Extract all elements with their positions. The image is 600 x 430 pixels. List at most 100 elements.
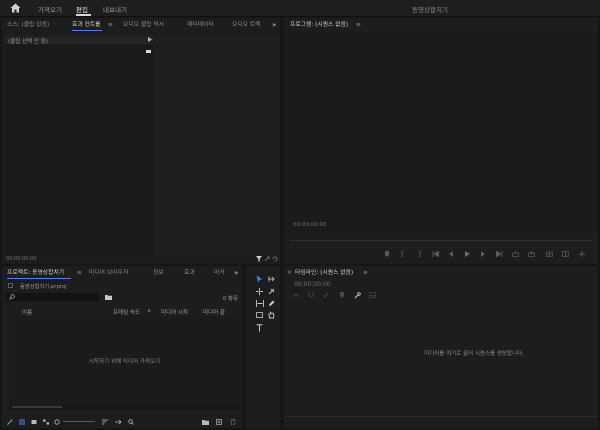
project-panel: 프로젝트: 동영상합치기 ≡ 미디어 브라우저 정보 효과 마커 » 동영상합치…	[2, 266, 242, 428]
trash-icon[interactable]	[230, 419, 236, 425]
slip-tool-icon[interactable]	[256, 300, 264, 307]
tab-source[interactable]: 소스: (클립 없음)	[7, 18, 49, 32]
scrollbar-thumb[interactable]	[12, 406, 62, 408]
nav-export[interactable]: 내보내기	[103, 4, 127, 14]
add-button-icon[interactable]	[579, 251, 585, 257]
project-menu-icon[interactable]: ≡	[77, 266, 82, 280]
hand-tool-icon[interactable]	[268, 311, 275, 319]
home-icon[interactable]	[10, 3, 21, 13]
comparison-view-icon[interactable]	[562, 251, 569, 257]
column-frame-rate[interactable]: 프레임 속도	[113, 308, 140, 316]
column-name[interactable]: 이름	[22, 308, 32, 316]
captions-icon[interactable]	[369, 292, 376, 298]
clip-label: (클립 선택 안 됨)	[8, 39, 48, 45]
nav-import[interactable]: 가져오기	[38, 4, 62, 14]
extract-icon[interactable]	[528, 251, 535, 257]
timeline-close-icon[interactable]: ×	[287, 266, 292, 280]
razor-tool-icon[interactable]	[268, 288, 275, 295]
go-to-in-icon[interactable]	[432, 251, 439, 257]
ripple-edit-tool-icon[interactable]	[256, 288, 263, 295]
lift-icon[interactable]	[512, 251, 519, 257]
project-list[interactable]: 시작하기 위해 미디어 가져오기	[9, 316, 240, 405]
timeline-track-area[interactable]: 미디어를 여기로 끌어 시퀀스를 생성합니다.	[284, 302, 598, 426]
effect-controls-area	[5, 45, 153, 255]
column-media-end[interactable]: 미디어 끝	[203, 308, 240, 316]
program-monitor: 프로그램: (시퀀스 없음) ≡ 00;00;00;00	[284, 18, 598, 264]
type-tool-icon[interactable]	[256, 324, 263, 332]
rectangle-tool-icon[interactable]	[256, 312, 263, 318]
automate-to-sequence-icon[interactable]	[115, 419, 121, 425]
effect-timeline-area	[153, 36, 280, 255]
tab-media-browser[interactable]: 미디어 브라우저	[89, 266, 128, 280]
export-frame-icon[interactable]	[546, 251, 553, 257]
linked-selection-icon[interactable]	[323, 292, 329, 298]
loop-icon[interactable]	[272, 256, 278, 262]
marker-icon[interactable]	[384, 251, 390, 257]
project-active-tab-indicator	[7, 278, 71, 279]
mark-in-icon[interactable]	[400, 251, 406, 257]
search-icon	[9, 294, 15, 300]
play-icon[interactable]	[464, 251, 470, 257]
tab-audio-track[interactable]: 오디오 트랙	[232, 18, 266, 32]
list-view-icon[interactable]	[19, 419, 25, 425]
top-bar: 가져오기 편집 내보내기 동영상합치기	[0, 0, 600, 17]
project-horizontal-scrollbar[interactable]	[9, 405, 240, 409]
column-media-start[interactable]: 미디어 시작	[161, 308, 188, 316]
tab-metadata[interactable]: 메타데이터	[187, 18, 214, 32]
program-scrubber[interactable]	[290, 240, 592, 241]
project-file-name: 동영상합치기.prproj	[20, 284, 67, 290]
tab-info[interactable]: 정보	[153, 266, 164, 280]
tab-menu-icon[interactable]: ≡	[108, 18, 113, 32]
tab-program[interactable]: 프로그램: (시퀀스 없음)	[290, 18, 348, 32]
insert-nest-icon[interactable]	[293, 292, 299, 298]
find-icon[interactable]	[128, 419, 134, 425]
new-item-icon[interactable]	[216, 419, 222, 425]
clip-header: (클립 선택 안 됨)	[5, 36, 153, 45]
timeline-empty-message: 미디어를 여기로 끌어 시퀀스를 생성합니다.	[424, 351, 524, 357]
icon-view-icon[interactable]	[31, 419, 37, 425]
mark-out-icon[interactable]	[416, 251, 422, 257]
filter-icon[interactable]	[256, 256, 262, 262]
add-marker-icon[interactable]	[339, 292, 345, 298]
project-empty-message: 시작하기 위해 미디어 가져오기	[88, 359, 161, 365]
source-panel: 소스: (클립 없음) 효과 컨트롤 ≡ 오디오 클립 믹서 메타데이터 오디오…	[2, 18, 280, 264]
freeform-view-icon[interactable]	[43, 419, 49, 425]
sort-icon[interactable]	[102, 419, 108, 425]
more-tabs-icon[interactable]: »	[272, 18, 276, 32]
nav-edit[interactable]: 편집	[76, 4, 88, 14]
zoom-circle-icon[interactable]	[54, 419, 60, 425]
step-back-icon[interactable]	[448, 251, 454, 257]
timeline-scrollbar[interactable]	[284, 416, 598, 417]
program-timecode: 00;00;00;00	[293, 222, 327, 228]
source-timecode: 00;00;00;00	[6, 256, 37, 262]
nav-active-underline	[76, 14, 91, 16]
write-lock-icon[interactable]	[7, 419, 13, 425]
zoom-marker-icon[interactable]	[146, 50, 151, 53]
item-count: 0 항목	[223, 296, 238, 302]
selection-tool-icon[interactable]	[256, 275, 263, 283]
new-bin-icon[interactable]	[202, 419, 209, 425]
tab-audio-clip-mixer[interactable]: 오디오 클립 믹서	[123, 18, 164, 32]
snap-icon[interactable]	[308, 292, 314, 298]
sort-arrow-icon[interactable]: ∧	[147, 308, 151, 314]
program-viewer[interactable]	[284, 32, 598, 232]
step-forward-icon[interactable]	[480, 251, 486, 257]
timeline-panel: × 타임라인: (시퀀스 없음) ≡ 00;00;00;00 미디어를 여기로 …	[284, 266, 598, 428]
tab-timeline[interactable]: 타임라인: (시퀀스 없음)	[295, 266, 353, 280]
expand-arrow-icon[interactable]	[148, 37, 152, 42]
tab-effects[interactable]: 효과	[184, 266, 195, 280]
timeline-settings-wrench-icon[interactable]	[354, 292, 361, 299]
timeline-timecode: 00;00;00;00	[294, 281, 331, 288]
go-to-out-icon[interactable]	[496, 251, 503, 257]
project-more-tabs-icon[interactable]: »	[234, 266, 238, 280]
pen-tool-icon[interactable]	[268, 300, 275, 307]
zoom-slider[interactable]	[63, 421, 95, 422]
timeline-menu-icon[interactable]: ≡	[363, 266, 368, 280]
tab-markers[interactable]: 마커	[214, 266, 225, 280]
new-bin-folder-icon[interactable]	[105, 294, 112, 300]
project-search-input[interactable]	[6, 293, 99, 301]
tools-panel	[246, 266, 280, 428]
program-menu-icon[interactable]: ≡	[356, 18, 361, 32]
track-select-tool-icon[interactable]	[268, 276, 275, 282]
export-clip-icon[interactable]	[264, 256, 270, 262]
